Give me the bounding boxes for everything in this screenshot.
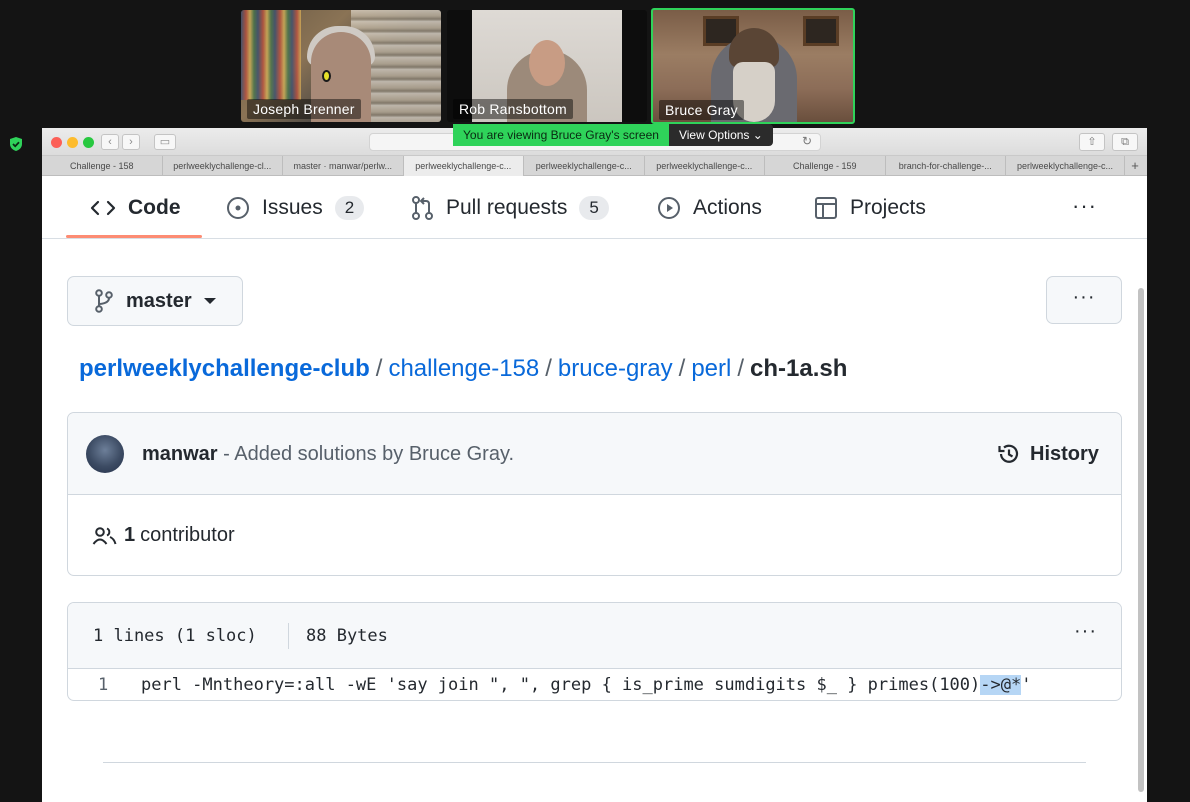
video-background (803, 16, 839, 46)
people-icon (92, 526, 117, 545)
browser-window: ‹ › ▭ ↻ ⇧ ⧉ You are viewing Bruce Gray's… (42, 124, 1147, 802)
git-branch-icon (95, 289, 113, 313)
tabs-overview-icon[interactable]: ⧉ (1112, 133, 1138, 151)
participant-name: Rob Ransbottom (453, 99, 573, 119)
code-text[interactable]: perl -Mntheory=:all -wE 'say join ", ", … (141, 675, 1031, 695)
breadcrumb-dir-link[interactable]: bruce-gray (558, 355, 673, 382)
back-icon[interactable]: ‹ (101, 134, 119, 150)
forward-icon[interactable]: › (122, 134, 140, 150)
video-person (529, 40, 565, 86)
browser-tab[interactable]: perlweeklychallenge-c... (1006, 156, 1125, 176)
participant-tile-joseph[interactable]: Joseph Brenner (241, 10, 441, 122)
contributors-count: 1 (124, 524, 136, 546)
commit-message[interactable]: - Added solutions by Bruce Gray. (218, 443, 514, 465)
browser-tab[interactable]: perlweeklychallenge-c... (645, 156, 765, 176)
commit-summary: manwar - Added solutions by Bruce Gray. (142, 443, 514, 466)
breadcrumb-file-name: ch-1a.sh (750, 355, 848, 382)
tab-actions[interactable]: Actions (657, 177, 762, 239)
browser-tab[interactable]: Challenge - 159 (765, 156, 886, 176)
browser-tabs: Challenge - 158 perlweeklychallenge-cl..… (42, 156, 1147, 176)
breadcrumb-repo-link[interactable]: perlweeklychallenge-club (79, 355, 370, 382)
scrollbar[interactable] (1138, 288, 1144, 792)
browser-tab[interactable]: branch-for-challenge-... (886, 156, 1006, 176)
browser-tab[interactable]: perlweeklychallenge-c... (524, 156, 645, 176)
tab-pull-requests[interactable]: Pull requests 5 (410, 177, 609, 239)
breadcrumb-dir-link[interactable]: perl (691, 355, 731, 382)
branch-selector-button[interactable]: master (67, 276, 243, 326)
file-lines-info: 1 lines (1 sloc) (93, 626, 257, 646)
tab-code[interactable]: Code (90, 177, 181, 239)
file-header: 1 lines (1 sloc) 88 Bytes ··· (68, 603, 1121, 669)
issues-count-badge: 2 (334, 196, 365, 220)
contributors-info[interactable]: 1 contributor (92, 524, 235, 547)
file-viewer: 1 lines (1 sloc) 88 Bytes ··· 1 perl -Mn… (67, 602, 1122, 701)
active-tab-indicator (66, 235, 202, 238)
more-options-button[interactable]: ··· (1046, 276, 1122, 324)
caret-down-icon (203, 298, 216, 304)
commit-author-link[interactable]: manwar (142, 443, 218, 465)
pull-requests-count-badge: 5 (579, 196, 609, 220)
tab-code-label: Code (128, 196, 181, 219)
tab-issues[interactable]: Issues 2 (226, 177, 365, 239)
tab-projects[interactable]: Projects (814, 177, 926, 239)
history-button[interactable]: History (996, 441, 1099, 467)
history-label: History (1030, 442, 1099, 465)
view-options-button[interactable]: View Options ⌄ (668, 124, 773, 146)
share-icon[interactable]: ⇧ (1079, 133, 1105, 151)
close-window-button[interactable] (51, 137, 62, 148)
participant-tile-bruce-active[interactable]: Bruce Gray (651, 8, 855, 124)
participant-name: Bruce Gray (659, 100, 744, 120)
headset-mic (322, 70, 331, 82)
screen-share-status: You are viewing Bruce Gray's screen (453, 124, 669, 146)
participant-tile-rob[interactable]: Rob Ransbottom (447, 10, 647, 122)
minimize-window-button[interactable] (67, 137, 78, 148)
latest-commit-box: manwar - Added solutions by Bruce Gray. … (67, 412, 1122, 576)
tab-pull-requests-label: Pull requests (446, 196, 568, 219)
browser-tab[interactable]: perlweeklychallenge-cl... (163, 156, 283, 176)
zoom-window-button[interactable] (83, 137, 94, 148)
history-icon (998, 444, 1019, 463)
play-icon (658, 197, 680, 219)
breadcrumb: perlweeklychallenge-club / challenge-158/b… (79, 355, 847, 383)
browser-tab[interactable]: Challenge - 158 (42, 156, 163, 176)
avatar[interactable] (86, 435, 124, 473)
table-icon (815, 197, 837, 219)
repo-nav: Code Issues 2 Pull requests 5 Actions Pr… (42, 177, 1147, 239)
breadcrumb-dir-link[interactable]: challenge-158 (388, 355, 539, 382)
video-background (241, 10, 301, 100)
breadcrumb-separator: / (545, 355, 552, 382)
divider (103, 762, 1086, 763)
branch-name: master (126, 289, 192, 312)
participant-name: Joseph Brenner (247, 99, 361, 119)
breadcrumb-separator: / (678, 355, 686, 382)
tab-projects-label: Projects (850, 196, 926, 219)
commit-header: manwar - Added solutions by Bruce Gray. … (68, 413, 1121, 495)
browser-tab[interactable]: master · manwar/perlw... (283, 156, 404, 176)
file-size: 88 Bytes (306, 626, 388, 646)
tab-actions-label: Actions (693, 196, 762, 219)
breadcrumb-separator: / (737, 355, 745, 382)
kebab-horizontal-icon[interactable]: ··· (1072, 193, 1097, 219)
new-tab-icon[interactable]: + (1125, 156, 1145, 176)
shield-check-icon[interactable] (8, 136, 24, 152)
breadcrumb-separator: / (375, 355, 383, 382)
file-options-icon[interactable]: ··· (1074, 620, 1097, 643)
selected-text: ->@* (980, 675, 1022, 695)
code-icon (90, 200, 116, 216)
pull-request-icon (412, 196, 433, 220)
reload-icon[interactable]: ↻ (802, 134, 812, 148)
tab-issues-label: Issues (262, 196, 323, 219)
divider (288, 623, 289, 649)
screen-share-banner: You are viewing Bruce Gray's screen View… (453, 124, 773, 146)
line-number[interactable]: 1 (98, 675, 108, 695)
issue-opened-icon (227, 197, 249, 219)
browser-tab-active[interactable]: perlweeklychallenge-c... (403, 156, 524, 176)
sidebar-icon[interactable]: ▭ (154, 134, 176, 150)
code-line: 1 perl -Mntheory=:all -wE 'say join ", "… (68, 669, 1121, 700)
contributors-label: contributor (140, 524, 235, 546)
